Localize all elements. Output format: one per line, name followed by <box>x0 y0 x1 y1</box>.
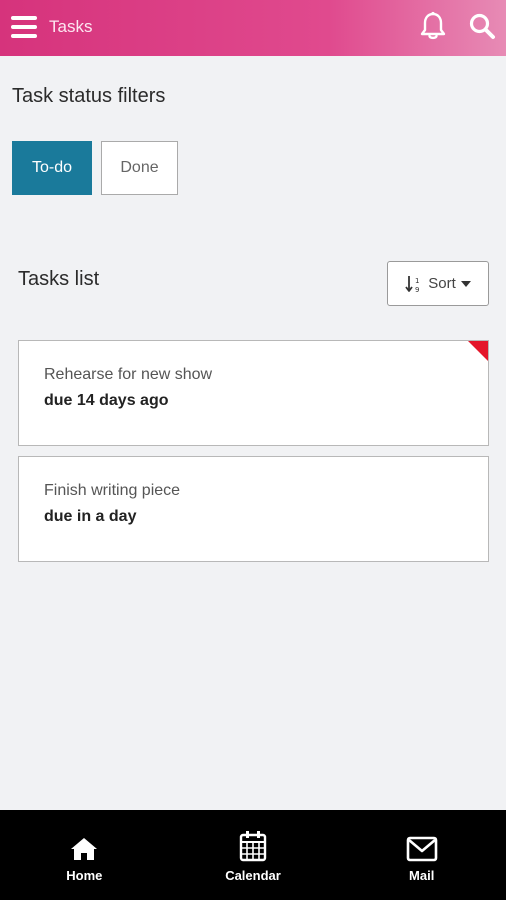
nav-mail-label: Mail <box>409 868 435 883</box>
calendar-icon <box>239 830 267 862</box>
mail-icon <box>406 830 438 862</box>
overdue-flag-icon <box>468 341 488 361</box>
todo-filter-button[interactable]: To-do <box>12 141 92 195</box>
done-filter-button[interactable]: Done <box>101 141 178 195</box>
bottom-navigation: Home Calendar Mail <box>0 810 506 900</box>
tasks-list-heading: Tasks list <box>18 268 100 290</box>
sort-button[interactable]: 1 9 Sort <box>387 261 489 306</box>
task-card[interactable]: Rehearse for new show due 14 days ago <box>18 340 489 446</box>
task-due-date: due 14 days ago <box>44 392 169 409</box>
filters-heading: Task status filters <box>12 85 166 107</box>
home-icon <box>69 830 99 862</box>
nav-home-label: Home <box>66 868 103 883</box>
task-name: Finish writing piece <box>44 482 181 499</box>
task-name: Rehearse for new show <box>44 366 213 383</box>
caret-down-icon <box>460 280 471 287</box>
sort-label: Sort <box>428 275 456 292</box>
nav-calendar[interactable]: Calendar <box>169 810 338 900</box>
app-header: Tasks <box>0 0 506 56</box>
page-title: Tasks <box>49 17 93 36</box>
sort-numeric-icon: 1 9 <box>405 274 423 294</box>
nav-calendar-label: Calendar <box>225 868 281 883</box>
nav-mail[interactable]: Mail <box>337 810 506 900</box>
task-due-date: due in a day <box>44 508 137 525</box>
bell-icon[interactable] <box>419 11 447 41</box>
svg-text:9: 9 <box>415 286 419 294</box>
task-card[interactable]: Finish writing piece due in a day <box>18 456 489 562</box>
svg-text:1: 1 <box>415 277 419 285</box>
nav-home[interactable]: Home <box>0 810 169 900</box>
search-icon[interactable] <box>468 12 496 40</box>
hamburger-menu-icon[interactable] <box>11 15 37 39</box>
